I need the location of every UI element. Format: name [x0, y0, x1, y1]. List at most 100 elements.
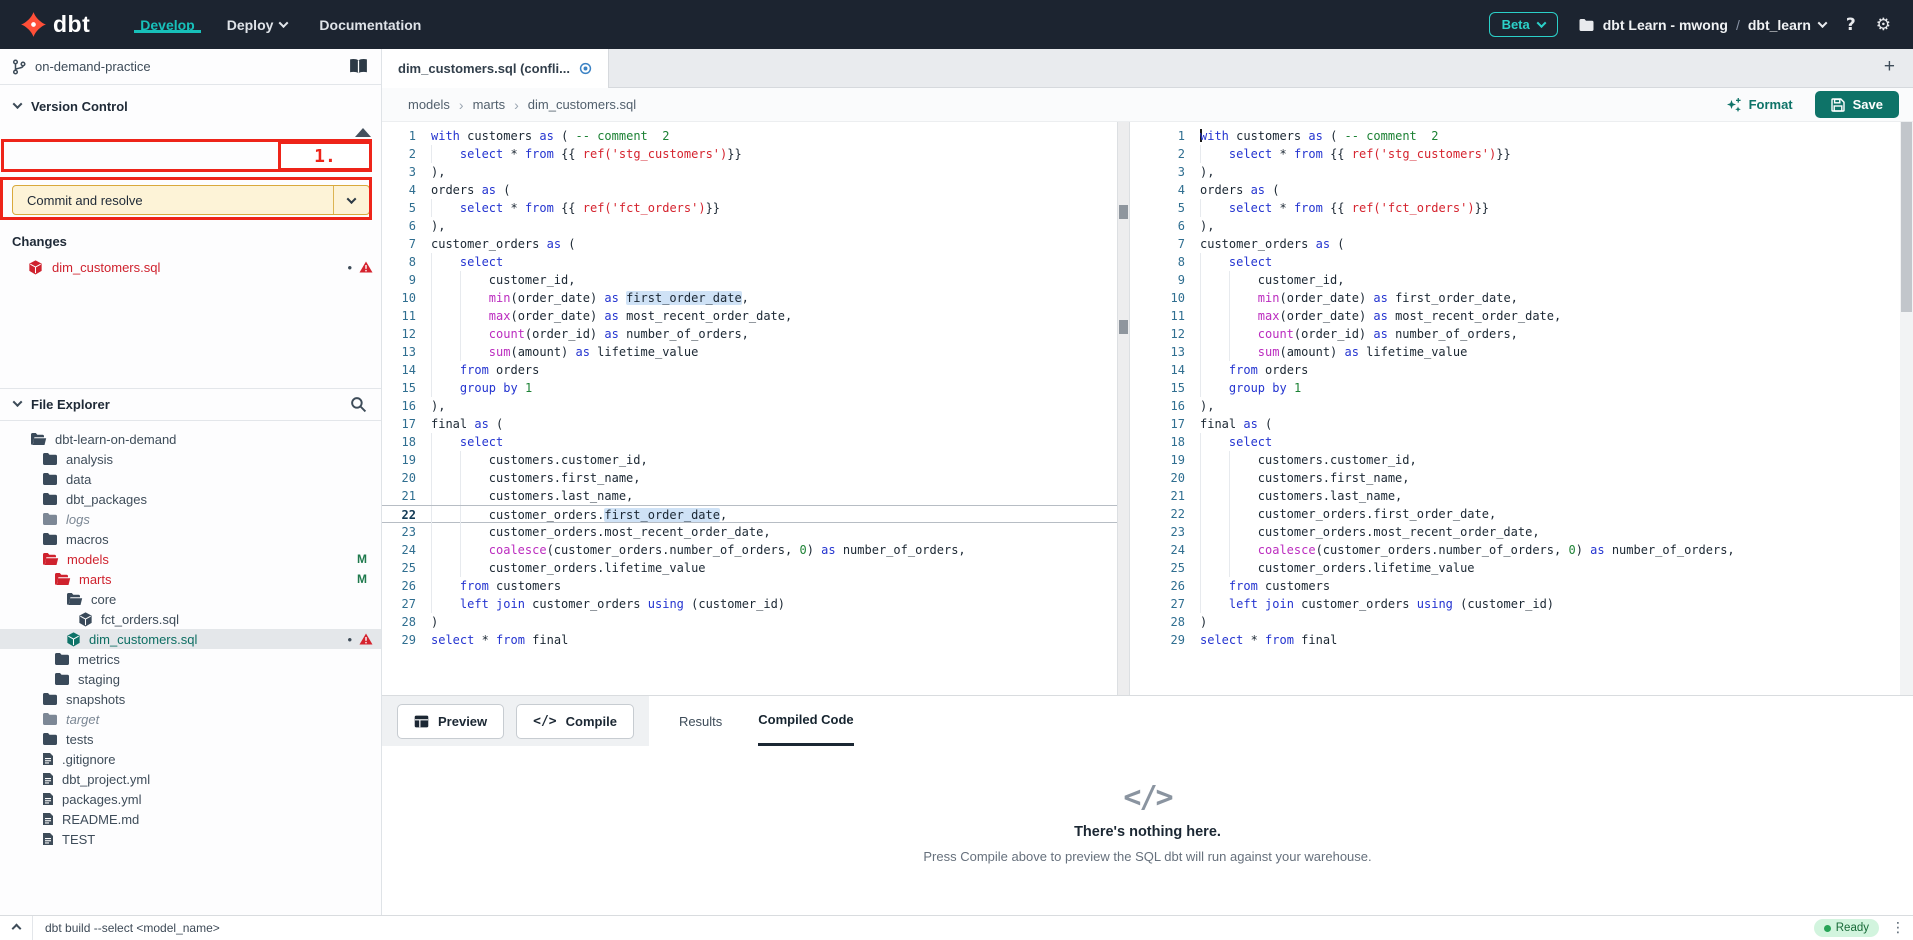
tree-item-label: marts: [79, 572, 112, 587]
save-label: Save: [1853, 97, 1883, 112]
save-button[interactable]: Save: [1815, 91, 1899, 118]
change-item-dim_customers.sql[interactable]: dim_customers.sql•: [0, 256, 381, 278]
tree-item-dbt-learn-on-demand[interactable]: dbt-learn-on-demand: [0, 429, 381, 449]
breadcrumb-item-dim_customers.sql[interactable]: dim_customers.sql: [528, 97, 636, 112]
tree-item-logs[interactable]: logs: [0, 509, 381, 529]
tree-item-.gitignore[interactable]: .gitignore: [0, 749, 381, 769]
panel-tab-results[interactable]: Results: [679, 696, 722, 746]
tab-dim-customers[interactable]: dim_customers.sql (confli...: [382, 49, 609, 88]
tree-item-packages.yml[interactable]: packages.yml: [0, 789, 381, 809]
help-icon[interactable]: ?: [1846, 15, 1856, 35]
right-editor-scrollbar[interactable]: [1900, 122, 1913, 695]
nav-item-documentation[interactable]: Documentation: [303, 17, 437, 33]
line-number: 11: [382, 307, 416, 325]
scrollbar-marker: [1119, 320, 1128, 334]
code-editor-left[interactable]: 1with customers as ( -- comment 22select…: [382, 122, 1117, 695]
code-line-13: 13sum(amount) as lifetime_value: [382, 343, 1117, 361]
tree-item-tests[interactable]: tests: [0, 729, 381, 749]
chevron-down-icon: [347, 194, 357, 204]
code-line-14: 14from orders: [1151, 361, 1900, 379]
folder-icon: [54, 572, 71, 586]
commit-options-dropdown[interactable]: [333, 186, 369, 214]
tree-item-analysis[interactable]: analysis: [0, 449, 381, 469]
tree-item-metrics[interactable]: metrics: [0, 649, 381, 669]
breadcrumb: models›marts›dim_customers.sql: [408, 97, 636, 113]
floppy-disk-icon: [1831, 98, 1845, 112]
line-number: 19: [1151, 451, 1185, 469]
chevron-down-icon: [1817, 18, 1827, 28]
tree-item-models[interactable]: modelsM: [0, 549, 381, 569]
code-line-2: 2select * from {{ ref('stg_customers')}}: [382, 145, 1117, 163]
nav-item-label: Documentation: [319, 17, 421, 33]
line-number: 2: [382, 145, 416, 163]
line-number: 2: [1151, 145, 1185, 163]
code-line-29: 29select * from final: [382, 631, 1117, 649]
tree-item-target[interactable]: target: [0, 709, 381, 729]
tree-item-staging[interactable]: staging: [0, 669, 381, 689]
code-line-1: 1with customers as ( -- comment 2: [1151, 127, 1900, 145]
tree-item-dbt_packages[interactable]: dbt_packages: [0, 489, 381, 509]
tree-item-snapshots[interactable]: snapshots: [0, 689, 381, 709]
line-number: 5: [1151, 199, 1185, 217]
code-line-7: 7customer_orders as (: [1151, 235, 1900, 253]
git-branch-icon: [12, 59, 26, 75]
tree-item-data[interactable]: data: [0, 469, 381, 489]
code-line-3: 3),: [382, 163, 1117, 181]
new-tab-button[interactable]: +: [1884, 57, 1895, 77]
left-editor-scrollbar[interactable]: [1117, 122, 1130, 695]
collapse-panel-button[interactable]: [0, 916, 33, 940]
format-button[interactable]: Format: [1726, 97, 1793, 113]
unsaved-changes-icon[interactable]: [579, 62, 592, 75]
tree-item-label: analysis: [66, 452, 113, 467]
compile-button[interactable]: </> Compile: [516, 704, 634, 739]
tree-item-label: fct_orders.sql: [101, 612, 179, 627]
tree-item-dbt_project.yml[interactable]: dbt_project.yml: [0, 769, 381, 789]
docs-book-icon[interactable]: [348, 58, 369, 75]
branch-row[interactable]: on-demand-practice: [0, 49, 381, 85]
code-line-24: 24coalesce(customer_orders.number_of_ord…: [382, 541, 1117, 559]
project-name: dbt Learn - mwong: [1603, 17, 1728, 33]
file-explorer-header[interactable]: File Explorer: [0, 388, 381, 421]
line-number: 9: [382, 271, 416, 289]
code-line-8: 8select: [382, 253, 1117, 271]
tree-item-TEST[interactable]: TEST: [0, 829, 381, 849]
project-selector[interactable]: dbt Learn - mwong / dbt_learn: [1578, 17, 1826, 33]
gear-icon[interactable]: ⚙: [1876, 15, 1891, 35]
search-icon[interactable]: [350, 396, 367, 413]
tree-item-macros[interactable]: macros: [0, 529, 381, 549]
code-editor-right[interactable]: 1with customers as ( -- comment 22select…: [1151, 122, 1900, 695]
chevron-down-icon: [1536, 18, 1546, 28]
commit-and-resolve-button[interactable]: Commit and resolve: [12, 185, 370, 215]
breadcrumb-item-models[interactable]: models: [408, 97, 450, 112]
editor-toolbar: models›marts›dim_customers.sql Format Sa…: [382, 88, 1913, 122]
nav-item-develop[interactable]: Develop: [124, 17, 210, 33]
code-line-7: 7customer_orders as (: [382, 235, 1117, 253]
dbt-logo[interactable]: dbt: [20, 11, 90, 38]
code-line-19: 19customers.customer_id,: [1151, 451, 1900, 469]
preview-button[interactable]: Preview: [397, 704, 504, 739]
kebab-menu-icon[interactable]: ⋮: [1891, 920, 1905, 936]
panel-tab-compiled-code[interactable]: Compiled Code: [758, 696, 853, 746]
bottom-panel: Preview </> Compile Results Compiled Code…: [382, 695, 1913, 915]
tree-item-README.md[interactable]: README.md: [0, 809, 381, 829]
breadcrumb-item-marts[interactable]: marts: [473, 97, 506, 112]
code-line-22: 22customer_orders.first_order_date,: [1151, 505, 1900, 523]
command-input[interactable]: dbt build --select <model_name>: [45, 921, 220, 935]
scrollbar-thumb[interactable]: [1901, 122, 1912, 312]
tree-item-marts[interactable]: martsM: [0, 569, 381, 589]
nav-item-deploy[interactable]: Deploy: [211, 17, 304, 33]
version-control-title: Version Control: [31, 99, 128, 114]
code-line-17: 17final as (: [1151, 415, 1900, 433]
empty-state-title: There's nothing here.: [1074, 824, 1221, 840]
tree-item-core[interactable]: core: [0, 589, 381, 609]
tree-item-label: tests: [66, 732, 93, 747]
tab-title: dim_customers.sql (confli...: [398, 61, 570, 76]
ready-dot-icon: [1824, 925, 1831, 932]
tree-item-dim_customers.sql[interactable]: dim_customers.sql•: [0, 629, 381, 649]
code-line-17: 17final as (: [382, 415, 1117, 433]
beta-dropdown[interactable]: Beta: [1489, 12, 1558, 37]
scrollbar-marker: [1119, 205, 1128, 219]
tree-item-fct_orders.sql[interactable]: fct_orders.sql: [0, 609, 381, 629]
line-number: 22: [382, 506, 416, 522]
version-control-header[interactable]: Version Control: [0, 90, 381, 123]
